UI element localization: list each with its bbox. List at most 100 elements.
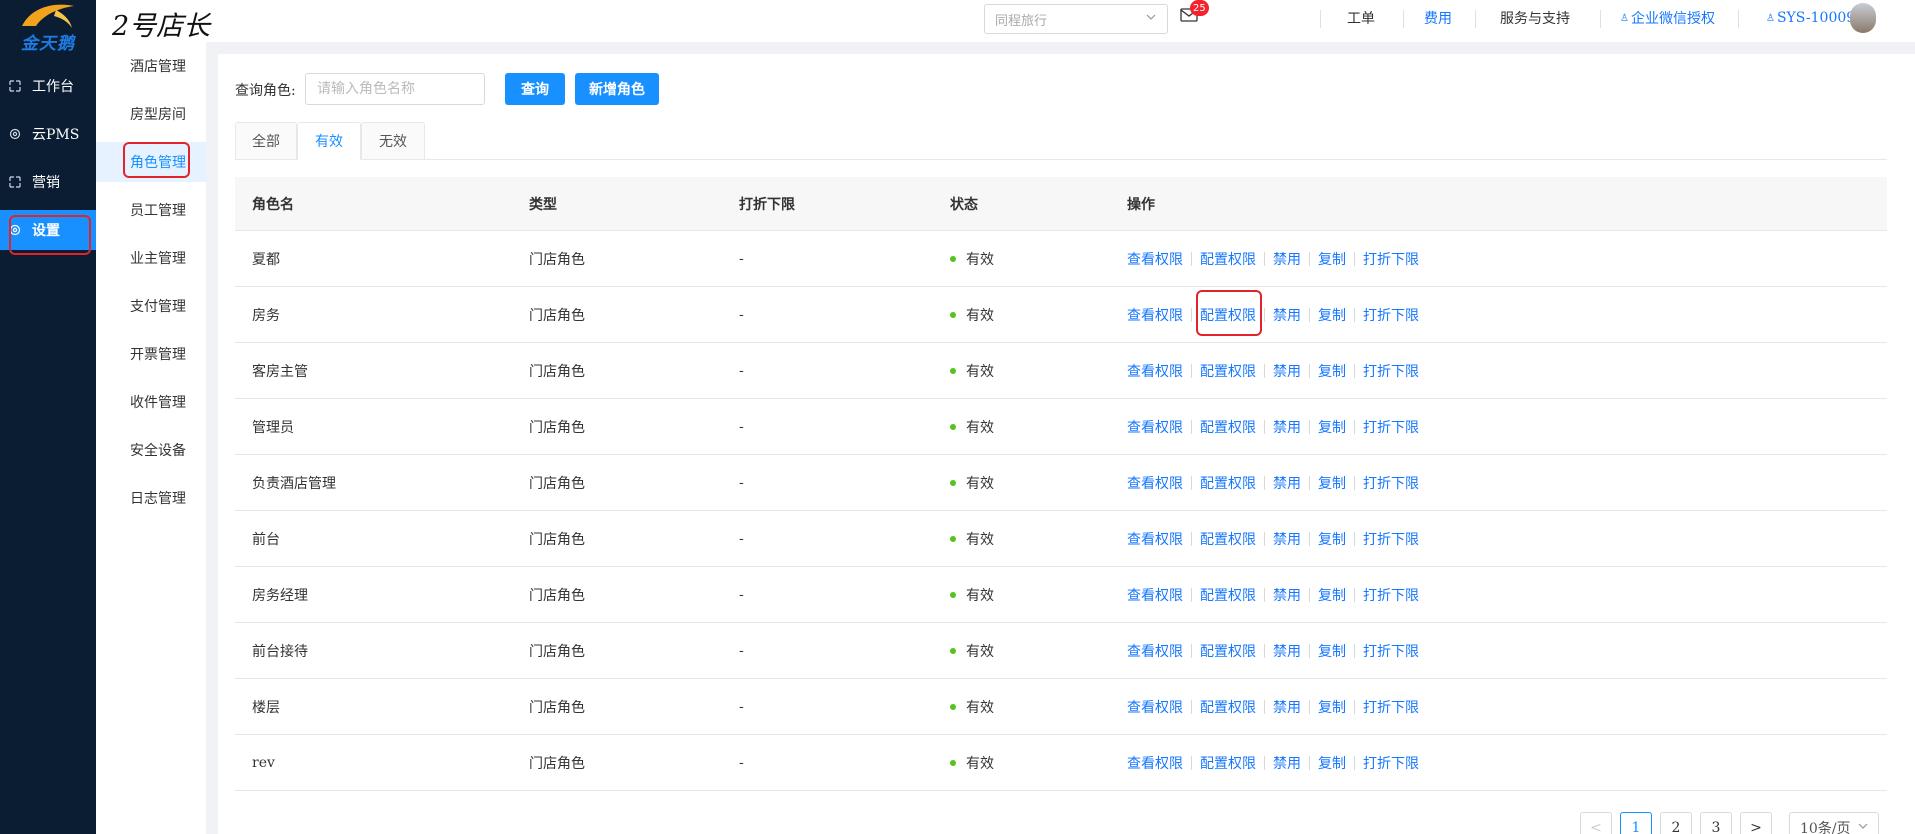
page-2-button[interactable]: 2: [1660, 812, 1692, 834]
tab-valid[interactable]: 有效: [297, 122, 361, 160]
discount-floor-link[interactable]: 打折下限: [1363, 417, 1419, 437]
row-actions: 查看权限 配置权限 禁用 复制 打折下限: [1127, 679, 1419, 735]
page-size-select[interactable]: 10条/页: [1789, 812, 1879, 834]
copy-link[interactable]: 复制: [1318, 473, 1346, 493]
disable-link[interactable]: 禁用: [1273, 249, 1301, 269]
status-cell: 有效: [950, 511, 994, 567]
disable-link[interactable]: 禁用: [1273, 529, 1301, 549]
disable-link[interactable]: 禁用: [1273, 361, 1301, 381]
view-permission-link[interactable]: 查看权限: [1127, 529, 1183, 549]
view-permission-link[interactable]: 查看权限: [1127, 585, 1183, 605]
disable-link[interactable]: 禁用: [1273, 473, 1301, 493]
view-permission-link[interactable]: 查看权限: [1127, 697, 1183, 717]
copy-link[interactable]: 复制: [1318, 585, 1346, 605]
view-permission-link[interactable]: 查看权限: [1127, 417, 1183, 437]
chevron-down-icon: [1857, 820, 1869, 834]
disable-link[interactable]: 禁用: [1273, 305, 1301, 325]
submenu-hotel[interactable]: 酒店管理: [96, 46, 206, 86]
view-permission-link[interactable]: 查看权限: [1127, 361, 1183, 381]
rail-item-workbench[interactable]: 工作台: [0, 66, 96, 106]
copy-link[interactable]: 复制: [1318, 641, 1346, 661]
config-permission-link[interactable]: 配置权限: [1200, 753, 1256, 773]
status-cell: 有效: [950, 623, 994, 679]
role-name-cell: 夏都: [252, 252, 280, 268]
submenu-security-devices[interactable]: 安全设备: [96, 430, 206, 470]
view-permission-link[interactable]: 查看权限: [1127, 473, 1183, 493]
discount-floor-link[interactable]: 打折下限: [1363, 585, 1419, 605]
nav-wechat-auth[interactable]: ♙ 企业微信授权: [1620, 0, 1715, 36]
config-permission-link[interactable]: 配置权限: [1200, 529, 1256, 549]
divider: [1264, 364, 1265, 378]
page-3-button[interactable]: 3: [1700, 812, 1732, 834]
copy-link[interactable]: 复制: [1318, 529, 1346, 549]
nav-fees[interactable]: 费用: [1424, 0, 1452, 36]
status-text: 有效: [966, 756, 994, 772]
view-permission-link[interactable]: 查看权限: [1127, 249, 1183, 269]
config-permission-link[interactable]: 配置权限: [1200, 361, 1256, 381]
role-name-cell: 楼层: [252, 700, 280, 716]
copy-link[interactable]: 复制: [1318, 753, 1346, 773]
nav-service-support[interactable]: 服务与支持: [1500, 0, 1570, 36]
disable-link[interactable]: 禁用: [1273, 697, 1301, 717]
discount-floor-link[interactable]: 打折下限: [1363, 697, 1419, 717]
channel-select[interactable]: 同程旅行: [984, 4, 1168, 34]
copy-link[interactable]: 复制: [1318, 305, 1346, 325]
nav-account[interactable]: ♙ SYS-10009: [1766, 0, 1855, 36]
submenu-mail-receipt[interactable]: 收件管理: [96, 382, 206, 422]
disable-link[interactable]: 禁用: [1273, 641, 1301, 661]
divider: [1264, 308, 1265, 322]
submenu-payment[interactable]: 支付管理: [96, 286, 206, 326]
rail-item-label: 工作台: [32, 79, 74, 95]
role-type-cell: 门店角色: [529, 756, 585, 772]
nav-tickets[interactable]: 工单: [1347, 0, 1375, 36]
copy-link[interactable]: 复制: [1318, 417, 1346, 437]
config-permission-link[interactable]: 配置权限: [1200, 417, 1256, 437]
copy-link[interactable]: 复制: [1318, 249, 1346, 269]
disable-link[interactable]: 禁用: [1273, 753, 1301, 773]
page-1-button[interactable]: 1: [1620, 812, 1652, 834]
avatar[interactable]: [1850, 3, 1876, 33]
submenu-staff[interactable]: 员工管理: [96, 190, 206, 230]
view-permission-link[interactable]: 查看权限: [1127, 753, 1183, 773]
view-permission-link[interactable]: 查看权限: [1127, 641, 1183, 661]
discount-floor-cell: -: [739, 363, 744, 379]
prev-page-button[interactable]: <: [1580, 812, 1612, 834]
submenu-logs[interactable]: 日志管理: [96, 478, 206, 518]
submenu-owners[interactable]: 业主管理: [96, 238, 206, 278]
tab-invalid[interactable]: 无效: [361, 122, 425, 160]
copy-link[interactable]: 复制: [1318, 697, 1346, 717]
discount-floor-link[interactable]: 打折下限: [1363, 641, 1419, 661]
discount-floor-cell: -: [739, 251, 744, 267]
next-page-button[interactable]: >: [1740, 812, 1772, 834]
add-role-button[interactable]: 新增角色: [575, 73, 659, 105]
discount-floor-link[interactable]: 打折下限: [1363, 473, 1419, 493]
copy-link[interactable]: 复制: [1318, 361, 1346, 381]
discount-floor-link[interactable]: 打折下限: [1363, 753, 1419, 773]
divider: [1264, 756, 1265, 770]
config-permission-link[interactable]: 配置权限: [1200, 641, 1256, 661]
discount-floor-link[interactable]: 打折下限: [1363, 529, 1419, 549]
divider: [1354, 252, 1355, 266]
discount-floor-link[interactable]: 打折下限: [1363, 249, 1419, 269]
config-permission-link[interactable]: 配置权限: [1200, 585, 1256, 605]
query-button[interactable]: 查询: [505, 73, 565, 105]
divider: [1320, 10, 1321, 28]
config-permission-link[interactable]: 配置权限: [1200, 473, 1256, 493]
divider: [1309, 420, 1310, 434]
tab-all[interactable]: 全部: [235, 122, 297, 160]
config-permission-link[interactable]: 配置权限: [1200, 697, 1256, 717]
rail-item-cloud-pms[interactable]: 云PMS: [0, 114, 96, 154]
disable-link[interactable]: 禁用: [1273, 417, 1301, 437]
rail-item-marketing[interactable]: 营销: [0, 162, 96, 202]
disable-link[interactable]: 禁用: [1273, 585, 1301, 605]
discount-floor-link[interactable]: 打折下限: [1363, 305, 1419, 325]
view-permission-link[interactable]: 查看权限: [1127, 305, 1183, 325]
submenu-room-types[interactable]: 房型房间: [96, 94, 206, 134]
discount-floor-link[interactable]: 打折下限: [1363, 361, 1419, 381]
submenu-invoice[interactable]: 开票管理: [96, 334, 206, 374]
config-permission-link[interactable]: 配置权限: [1200, 249, 1256, 269]
role-search-input[interactable]: [305, 73, 485, 105]
discount-floor-cell: -: [739, 643, 744, 659]
divider: [1354, 420, 1355, 434]
divider: [1191, 532, 1192, 546]
